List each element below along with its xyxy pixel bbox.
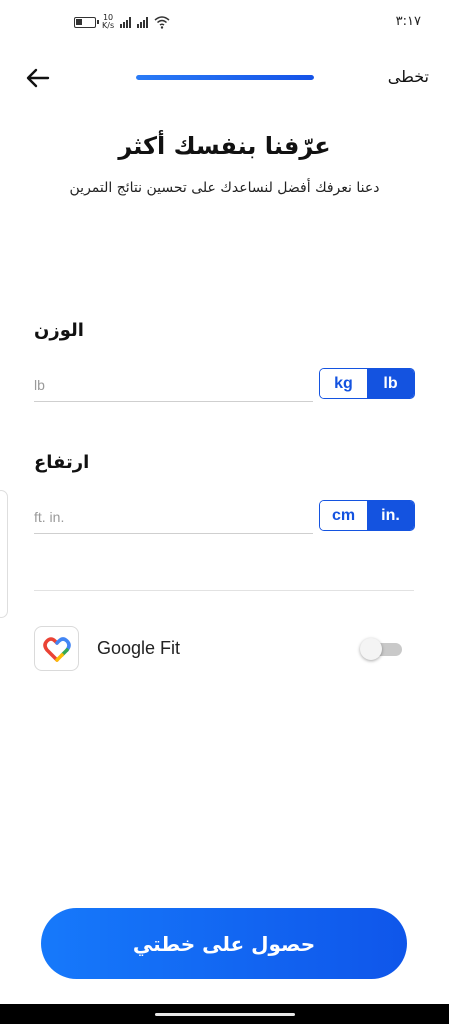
weight-unit-toggle: kg lb (319, 368, 415, 399)
progress-fill (136, 75, 314, 80)
weight-label: الوزن (34, 320, 84, 341)
weight-input[interactable] (34, 368, 313, 402)
section-divider (34, 590, 414, 591)
battery-icon (74, 16, 99, 28)
height-input[interactable] (34, 500, 313, 534)
network-speed-unit: K/s (102, 21, 115, 30)
side-panel-handle[interactable] (0, 490, 8, 618)
height-unit-cm[interactable]: cm (320, 501, 367, 530)
height-unit-in[interactable]: in. (367, 501, 414, 530)
top-bar: تخطى (0, 58, 449, 98)
back-button[interactable] (24, 64, 52, 92)
status-icons: 10 K/s (74, 14, 170, 30)
google-fit-label: Google Fit (97, 638, 181, 658)
get-my-plan-button[interactable]: حصول على خطتي (41, 908, 407, 979)
skip-button[interactable]: تخطى (388, 67, 429, 86)
arrow-left-icon (26, 68, 50, 88)
onboarding-progress-bar (136, 75, 314, 80)
height-unit-toggle: cm in. (319, 500, 415, 531)
google-fit-toggle[interactable] (360, 638, 402, 660)
google-fit-heart-icon (42, 636, 71, 662)
weight-unit-lb[interactable]: lb (367, 369, 414, 398)
height-label: ارتفاع (34, 452, 90, 473)
weight-unit-kg[interactable]: kg (320, 369, 367, 398)
google-fit-heart-icon (34, 626, 79, 671)
signal-icon (120, 16, 132, 28)
status-bar: 10 K/s ٣:١٧ (0, 0, 449, 48)
signal-icon (137, 16, 149, 28)
network-speed: 10 K/s (102, 14, 114, 30)
status-time: ٣:١٧ (395, 14, 421, 29)
wifi-icon (154, 16, 170, 29)
page-subtitle: دعنا نعرفك أفضل لنساعدك على تحسين نتائج … (69, 180, 380, 196)
home-indicator[interactable] (155, 1013, 295, 1016)
toggle-thumb (360, 638, 382, 660)
page-title: عرّفنا بنفسك أكثر (118, 132, 331, 160)
